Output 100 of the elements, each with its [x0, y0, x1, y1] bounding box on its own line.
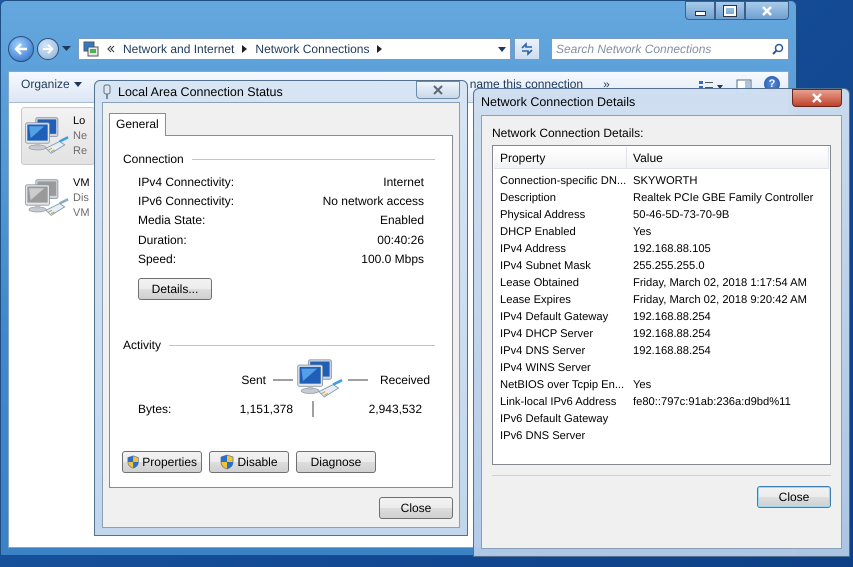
property-cell-text: Description — [499, 192, 557, 204]
value-cell-text: 255.255.255.0 — [632, 260, 706, 272]
search-icon — [772, 43, 784, 55]
connection-item[interactable]: Lo Ne Re — [21, 107, 95, 165]
section-heading: Activity — [123, 338, 162, 352]
search-field[interactable]: Search Network Connections — [551, 38, 789, 60]
close-button[interactable] — [792, 89, 842, 107]
field-label: Media State: — [138, 213, 206, 228]
window-title: Network Connection Details — [481, 95, 636, 109]
value-cell-text: Friday, March 02, 2018 1:17:54 AM — [632, 276, 808, 288]
window-title: Local Area Connection Status — [118, 84, 284, 98]
device-name: VM — [73, 207, 90, 219]
chevron-right-icon[interactable] — [242, 45, 248, 53]
bytes-label: Bytes: — [138, 402, 172, 416]
general-tab[interactable]: General — [109, 113, 166, 136]
property-cell-text: IPv4 DHCP Server — [499, 328, 594, 340]
value-cell-text: Yes — [632, 226, 652, 238]
field-value: Enabled — [380, 213, 424, 228]
connection-status: Dis — [73, 192, 90, 204]
value-cell-text: fe80::797c:91ab:236a:d9bd%11 — [632, 396, 792, 408]
maximize-button[interactable] — [715, 1, 745, 20]
property-cell-text: IPv6 Default Gateway — [499, 412, 610, 424]
details-button[interactable]: Details... — [138, 278, 212, 300]
property-cell-text: Physical Address — [499, 208, 586, 220]
network-plug-icon — [102, 84, 112, 100]
value-cell-text: 192.168.88.254 — [632, 328, 712, 340]
list-caption: Network Connection Details: — [492, 126, 644, 140]
close-dialog-button[interactable]: Close — [757, 486, 831, 508]
property-cell-text: Connection-specific DN... — [499, 174, 627, 186]
property-cell-text: DHCP Enabled — [499, 226, 577, 238]
back-arrow-icon — [14, 43, 28, 55]
field-label: IPv6 Connectivity: — [138, 194, 234, 208]
forward-arrow-icon — [42, 44, 54, 54]
close-icon — [811, 93, 823, 103]
field-label: IPv4 Connectivity: — [138, 174, 234, 189]
property-cell-text: NetBIOS over Tcpip En... — [499, 378, 626, 390]
column-header[interactable]: Value — [627, 147, 829, 168]
value-cell-text: 50-46-5D-73-70-9B — [632, 208, 730, 220]
value-cell-text: 192.168.88.254 — [632, 344, 712, 356]
dropdown-caret-icon[interactable] — [498, 46, 506, 52]
property-cell-text: IPv6 DNS Server — [499, 430, 586, 442]
property-cell-text: IPv4 WINS Server — [499, 362, 592, 374]
connection-status: Ne — [73, 130, 88, 142]
property-cell-text: Lease Obtained — [499, 276, 580, 288]
breadcrumb-item[interactable]: Network Connections — [255, 42, 370, 56]
close-dialog-button[interactable]: Close — [379, 497, 453, 519]
device-name: Re — [73, 145, 88, 157]
field-value: No network access — [322, 194, 424, 208]
double-chevron-icon — [107, 45, 115, 53]
close-button[interactable] — [745, 1, 789, 20]
value-cell-text: SKYWORTH — [632, 174, 698, 186]
breadcrumb-item[interactable]: Network and Internet — [123, 42, 234, 56]
received-label: Received — [380, 372, 430, 387]
network-computers-icon — [22, 178, 70, 218]
field-label: Speed: — [138, 252, 176, 266]
forward-button[interactable] — [37, 38, 59, 60]
history-caret-icon[interactable] — [62, 46, 71, 52]
value-cell-text: Friday, March 02, 2018 9:20:42 AM — [632, 294, 808, 306]
close-icon — [761, 6, 773, 16]
action-button[interactable]: Diagnose — [296, 450, 376, 473]
field-value: 00:40:26 — [377, 232, 424, 247]
chevron-right-icon[interactable] — [377, 45, 382, 53]
section-heading: Connection — [123, 152, 184, 166]
connection-name: Lo — [73, 115, 86, 127]
column-header[interactable]: Property — [494, 147, 627, 168]
shield-icon — [220, 454, 234, 470]
connection-name: VM — [73, 177, 90, 189]
refresh-icon — [520, 42, 534, 56]
value-cell-text: Yes — [632, 378, 652, 390]
property-cell-text: IPv4 DNS Server — [499, 344, 586, 356]
toolbar-command[interactable]: name this connection — [466, 75, 588, 93]
organize-menu[interactable]: Organize — [17, 75, 86, 93]
sent-label: Sent — [241, 372, 266, 387]
shield-icon — [127, 454, 140, 470]
value-cell-text: 192.168.88.254 — [632, 310, 712, 322]
property-cell-text: Lease Expires — [499, 294, 572, 306]
property-cell-text: IPv4 Subnet Mask — [499, 260, 592, 272]
action-button[interactable]: Properties — [122, 450, 202, 473]
field-value: Internet — [383, 174, 424, 189]
network-computers-icon — [22, 116, 70, 156]
refresh-button[interactable] — [514, 38, 540, 60]
close-icon — [432, 85, 444, 95]
search-input[interactable]: Search Network Connections — [556, 40, 772, 58]
bytes-received: 2,943,532 — [368, 402, 423, 416]
property-cell-text: IPv4 Default Gateway — [499, 310, 610, 322]
bytes-sent: 1,151,378 — [238, 402, 293, 416]
toolbar-command[interactable]: » — [599, 75, 614, 93]
field-value: 100.0 Mbps — [361, 252, 424, 266]
connection-item[interactable]: VM Dis VM — [21, 169, 95, 227]
value-cell-text: 192.168.88.105 — [632, 242, 712, 254]
field-label: Duration: — [138, 232, 187, 247]
property-cell-text: Link-local IPv6 Address — [499, 396, 618, 408]
caret-icon — [74, 82, 82, 86]
value-cell-text: Realtek PCIe GBE Family Controller — [632, 192, 814, 204]
back-button[interactable] — [8, 36, 34, 62]
action-button[interactable]: Disable — [209, 450, 289, 473]
minimize-button[interactable] — [685, 1, 715, 20]
close-button[interactable] — [416, 81, 460, 99]
property-cell-text: IPv4 Address — [499, 242, 567, 254]
address-bar[interactable]: Network and Internet Network Connections — [78, 38, 511, 60]
